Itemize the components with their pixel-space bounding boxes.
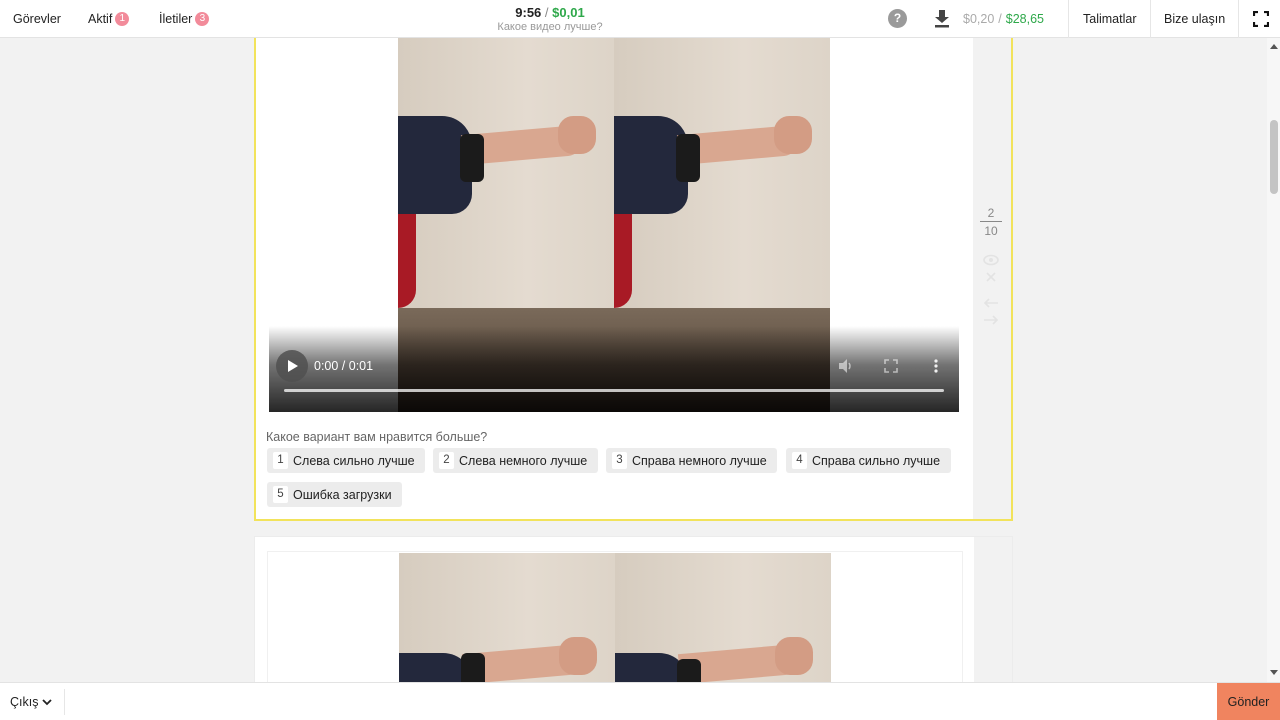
messages-count-badge: 3 (195, 12, 210, 26)
send-button[interactable]: Gönder (1217, 683, 1280, 720)
scrollbar-thumb[interactable] (1270, 120, 1278, 194)
balance-separator: / (998, 12, 1002, 26)
nav-messages-label: İletiler (159, 12, 193, 26)
option-key: 3 (612, 452, 627, 469)
option-key: 5 (273, 486, 288, 503)
eye-icon[interactable] (983, 254, 999, 268)
balance-pending: $0,20 (963, 12, 995, 26)
nav-tasks-label: Görevler (13, 12, 61, 26)
nav-active-label: Aktif (88, 12, 113, 26)
task-counter: 2 10 (980, 206, 1002, 238)
arrow-right-icon[interactable] (983, 314, 999, 328)
close-icon[interactable] (983, 271, 999, 285)
timer-separator: / (544, 5, 549, 20)
video-player-next[interactable] (267, 551, 963, 703)
video-progress-bar[interactable] (284, 389, 944, 392)
timer-reward: 9:56 / $0,01 (470, 5, 630, 20)
card-side-panel (974, 537, 1012, 695)
send-label: Gönder (1227, 695, 1270, 709)
option-label: Справа немного лучше (632, 453, 767, 468)
balance-total: $28,65 (1005, 12, 1044, 26)
task-card-next (254, 536, 1013, 703)
fullscreen-icon[interactable] (1252, 10, 1270, 28)
video-frame-right (615, 553, 831, 703)
option-2[interactable]: 2 Слева немного лучше (433, 448, 598, 473)
option-3[interactable]: 3 Справа немного лучше (606, 448, 777, 473)
option-1[interactable]: 1 Слева сильно лучше (267, 448, 425, 473)
divider (1150, 0, 1151, 38)
bottom-bar: Çıkış Gönder (0, 682, 1280, 720)
option-key: 1 (273, 452, 288, 469)
timer: 9:56 (515, 5, 542, 20)
reward-amount: $0,01 (552, 5, 585, 20)
option-5[interactable]: 5 Ошибка загрузки (267, 482, 402, 507)
option-label: Ошибка загрузки (293, 487, 392, 502)
video-time: 0:00 / 0:01 (314, 359, 374, 373)
fullscreen-video-icon[interactable] (883, 358, 899, 374)
question-text: Какое вариант вам нравится больше? (266, 430, 488, 444)
scroll-down-icon[interactable] (1270, 670, 1278, 675)
instructions-label: Talimatlar (1083, 12, 1137, 26)
contact-link[interactable]: Bize ulaşın (1164, 0, 1225, 38)
video-frame-left (399, 553, 615, 703)
arrow-left-icon[interactable] (983, 297, 999, 311)
option-label: Слева немного лучше (459, 453, 588, 468)
instructions-link[interactable]: Talimatlar (1083, 0, 1137, 38)
top-bar: Görevler Aktif 1 İletiler 3 9:56 / $0,01… (0, 0, 1280, 38)
scroll-up-icon[interactable] (1270, 44, 1278, 49)
nav-tasks[interactable]: Görevler (13, 0, 61, 38)
divider (64, 689, 65, 715)
more-options-icon[interactable] (928, 358, 944, 374)
counter-total: 10 (984, 224, 998, 238)
option-label: Слева сильно лучше (293, 453, 415, 468)
option-label: Справа сильно лучше (812, 453, 941, 468)
option-key: 4 (792, 452, 807, 469)
play-button[interactable] (276, 350, 308, 382)
chevron-down-icon (42, 698, 53, 705)
task-info: 9:56 / $0,01 Какое видео лучше? (470, 5, 630, 33)
active-count-badge: 1 (115, 12, 130, 26)
nav-active[interactable]: Aktif 1 (88, 0, 130, 38)
download-icon[interactable] (934, 10, 950, 28)
help-icon[interactable]: ? (888, 9, 907, 28)
video-player[interactable] (269, 38, 959, 412)
option-key: 2 (439, 452, 454, 469)
divider (1238, 0, 1239, 38)
balance: $0,20 / $28,65 (963, 0, 1044, 38)
exit-label: Çıkış (10, 695, 39, 709)
contact-label: Bize ulaşın (1164, 12, 1226, 26)
divider (1068, 0, 1069, 38)
option-4[interactable]: 4 Справа сильно лучше (786, 448, 951, 473)
task-title: Какое видео лучше? (497, 21, 603, 33)
exit-button[interactable]: Çıkış (10, 683, 53, 720)
nav-messages[interactable]: İletiler 3 (159, 0, 210, 38)
volume-icon[interactable] (838, 358, 854, 374)
counter-current: 2 (980, 206, 1002, 222)
